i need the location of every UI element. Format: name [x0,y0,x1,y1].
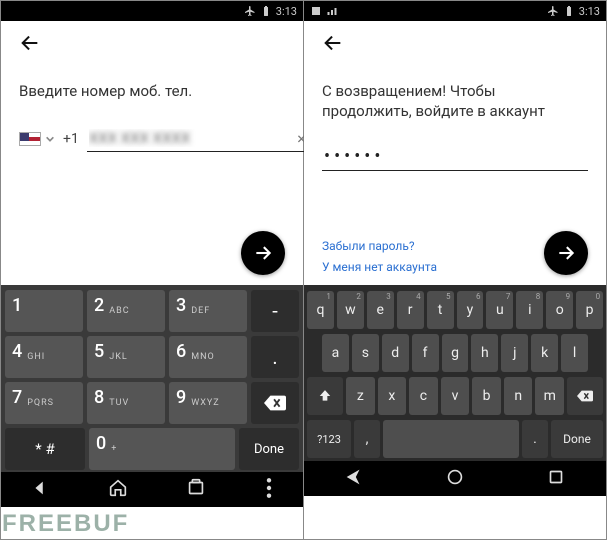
left-screen: 3:13 Введите номер моб. тел. +1 × [1,1,304,539]
country-code: +1 [63,131,79,147]
key-e[interactable]: e3 [367,291,394,329]
next-button[interactable] [544,231,588,275]
key-m[interactable]: m [535,377,564,415]
key-s[interactable]: s [352,334,379,372]
key-a[interactable]: a [322,334,349,372]
back-button[interactable] [322,32,344,58]
key-t[interactable]: t5 [427,291,454,329]
status-bar: 3:13 [1,1,303,21]
battery-icon [563,5,575,17]
key-4[interactable]: 4GHI [5,336,83,378]
nav-back-button[interactable] [29,477,51,503]
key-9[interactable]: 9WXYZ [169,382,247,424]
key-backspace[interactable] [567,377,603,415]
password-input[interactable]: •••••• [322,144,588,171]
key-6[interactable]: 6MNO [169,336,247,378]
key-g[interactable]: g [442,334,469,372]
helper-links: Забыли пароль? У меня нет аккаунта [322,236,437,277]
no-account-link[interactable]: У меня нет аккаунта [322,257,437,277]
key-q[interactable]: q1 [307,291,334,329]
key-h[interactable]: h [471,334,498,372]
key-2[interactable]: 2ABC [87,290,165,332]
key-done[interactable]: Done [551,420,603,458]
forgot-password-link[interactable]: Забыли пароль? [322,236,437,256]
key-i[interactable]: i8 [516,291,543,329]
bars-icon [326,5,338,17]
qwerty-keyboard: q1w2e3r4t5y6u7i8o9p0 asdfghjkl zxcvbnm ?123… [304,285,606,461]
key-x[interactable]: x [378,377,407,415]
next-button[interactable] [241,231,285,275]
key-done[interactable]: Done [239,428,299,470]
back-button[interactable] [19,32,41,58]
key-n[interactable]: n [504,377,533,415]
app-content: С возвращением! Чтобы продолжить, войдит… [304,21,606,285]
key-period[interactable]: . [522,420,548,458]
phone-input[interactable] [87,125,308,152]
prompt-text: С возвращением! Чтобы продолжить, войдит… [322,81,588,122]
country-picker[interactable] [19,132,55,146]
key-symbols[interactable]: * # [5,428,85,470]
key-v[interactable]: v [441,377,470,415]
key-r[interactable]: r4 [397,291,424,329]
key-shift[interactable] [307,377,343,415]
status-time: 3:13 [579,5,600,18]
key-y[interactable]: y6 [457,291,484,329]
status-bar: 3:13 [304,1,606,21]
app-content: Введите номер моб. тел. +1 × [1,21,303,285]
airplane-icon [244,5,256,17]
nav-recent-button[interactable] [185,477,207,503]
key-comma[interactable]: , [354,420,380,458]
key-space[interactable] [383,420,519,458]
nav-bar [304,461,606,496]
key-c[interactable]: c [409,377,438,415]
key-f[interactable]: f [412,334,439,372]
key-0[interactable]: 0+ [89,428,235,470]
key-o[interactable]: o9 [546,291,573,329]
key-l[interactable]: l [561,334,588,372]
key-3[interactable]: 3DEF [169,290,247,332]
key-p[interactable]: p0 [576,291,603,329]
key--[interactable]: - [251,290,299,332]
status-time: 3:13 [276,5,297,18]
key-8[interactable]: 8TUV [87,382,165,424]
chevron-down-icon [45,134,55,144]
nav-menu-button[interactable] [263,477,275,503]
key-1[interactable]: 1 [5,290,83,332]
nav-recent-button[interactable] [545,466,567,492]
right-screen: 3:13 С возвращением! Чтобы продолжить, в… [304,1,606,539]
key-d[interactable]: d [382,334,409,372]
key-7[interactable]: 7PQRS [5,382,83,424]
key-5[interactable]: 5JKL [87,336,165,378]
key-symbols[interactable]: ?123 [307,420,351,458]
key-j[interactable]: j [501,334,528,372]
key-u[interactable]: u7 [486,291,513,329]
nav-home-button[interactable] [107,477,129,503]
key-z[interactable]: z [346,377,375,415]
key-b[interactable]: b [472,377,501,415]
nav-back-button[interactable] [343,466,365,492]
key-k[interactable]: k [531,334,558,372]
screenshot-icon [310,5,322,17]
key-backspace[interactable] [251,382,299,424]
numeric-keyboard: 12ABC3DEF- 4GHI5JKL6MNO. 7PQRS8TUV9WXYZ * #… [1,285,303,472]
flag-us-icon [19,132,41,146]
nav-home-button[interactable] [444,466,466,492]
key-w[interactable]: w2 [337,291,364,329]
airplane-icon [547,5,559,17]
prompt-text: Введите номер моб. тел. [19,81,285,101]
key-.[interactable]: . [251,336,299,378]
nav-bar [1,472,303,507]
battery-icon [260,5,272,17]
